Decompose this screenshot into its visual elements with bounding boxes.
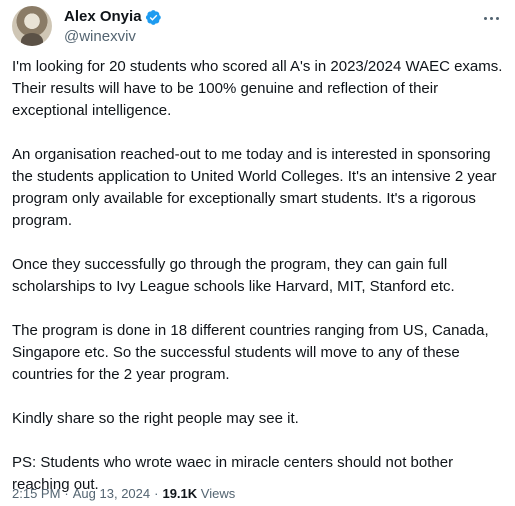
dot bbox=[495, 16, 499, 20]
tweet-paragraph: Once they successfully go through the pr… bbox=[12, 256, 455, 295]
tweet-paragraph: An organisation reached-out to me today … bbox=[12, 146, 497, 229]
views-count[interactable]: 19.1K bbox=[162, 486, 197, 501]
tweet-paragraph: Kindly share so the right people may see… bbox=[12, 410, 299, 427]
tweet-header: Alex Onyia @winexviv bbox=[12, 6, 503, 50]
author-handle[interactable]: @winexviv bbox=[64, 28, 136, 46]
author-name-row: Alex Onyia bbox=[64, 8, 162, 26]
dot bbox=[489, 16, 493, 20]
separator: · bbox=[64, 486, 69, 501]
tweet: Alex Onyia @winexviv I'm looking for 20 … bbox=[0, 0, 515, 506]
tweet-meta: 2:15 PM · Aug 13, 2024 · 19.1K Views bbox=[12, 486, 235, 502]
tweet-paragraph: The program is done in 18 different coun… bbox=[12, 322, 489, 383]
dot bbox=[483, 16, 487, 20]
more-options-icon[interactable] bbox=[479, 8, 503, 28]
tweet-date[interactable]: Aug 13, 2024 bbox=[73, 486, 150, 501]
author-name[interactable]: Alex Onyia bbox=[64, 8, 142, 26]
verified-badge-icon bbox=[145, 9, 161, 25]
separator: · bbox=[154, 486, 159, 501]
tweet-time[interactable]: 2:15 PM bbox=[12, 486, 60, 501]
tweet-paragraph: I'm looking for 20 students who scored a… bbox=[12, 58, 503, 119]
avatar[interactable] bbox=[12, 6, 52, 46]
tweet-text: I'm looking for 20 students who scored a… bbox=[12, 56, 503, 496]
views-label: Views bbox=[200, 486, 236, 501]
